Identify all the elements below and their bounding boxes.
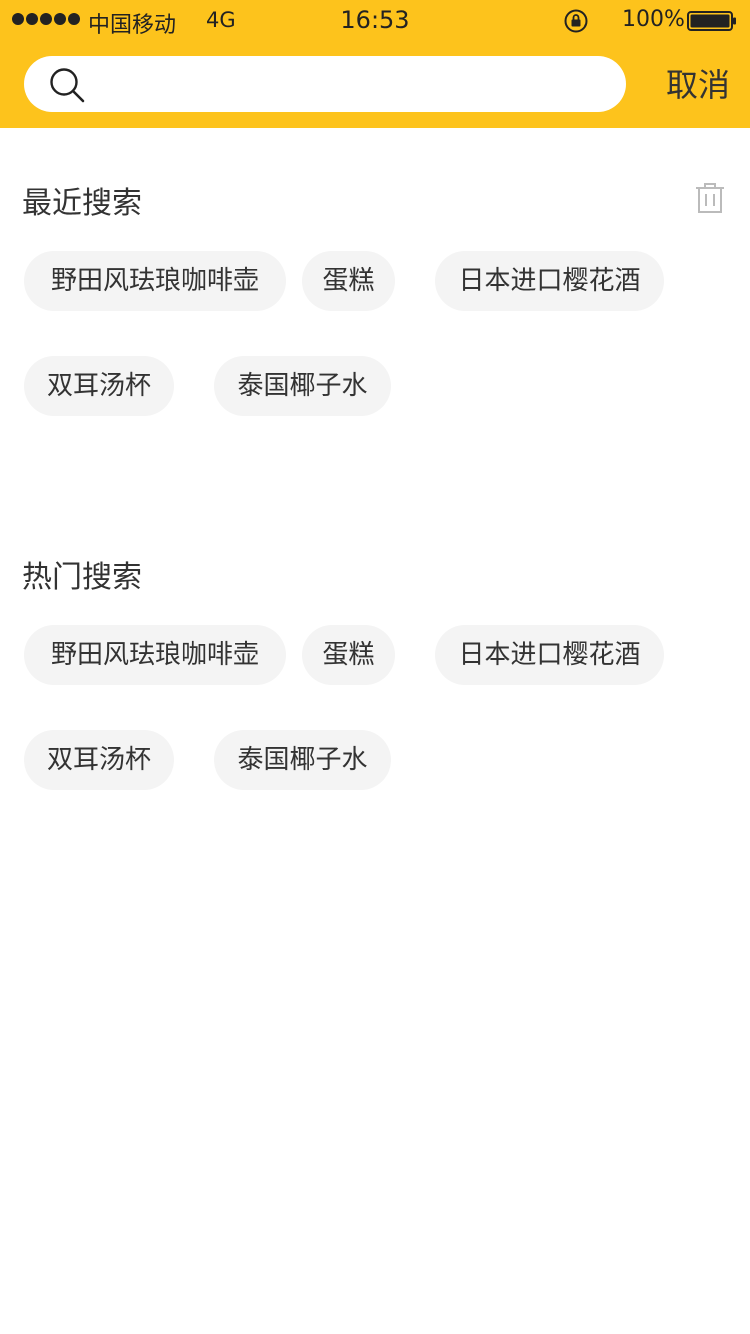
search-icon bbox=[50, 68, 85, 103]
hot-search-title: 热门搜索 bbox=[22, 560, 142, 595]
battery-percent: 100% bbox=[622, 7, 685, 32]
hot-tag[interactable]: 泰国椰子水 bbox=[214, 730, 391, 790]
battery-icon bbox=[687, 11, 736, 31]
recent-tag[interactable]: 蛋糕 bbox=[302, 251, 395, 311]
search-input[interactable] bbox=[104, 64, 604, 104]
hot-tag[interactable]: 野田风珐琅咖啡壶 bbox=[24, 625, 286, 685]
recent-tag[interactable]: 野田风珐琅咖啡壶 bbox=[24, 251, 286, 311]
trash-icon[interactable] bbox=[693, 181, 727, 215]
hot-tag[interactable]: 双耳汤杯 bbox=[24, 730, 174, 790]
cancel-button[interactable]: 取消 bbox=[666, 60, 730, 106]
header-bar: 中国移动 4G 16:53 100% 取消 bbox=[0, 0, 750, 128]
recent-tag[interactable]: 泰国椰子水 bbox=[214, 356, 391, 416]
status-bar: 中国移动 4G 16:53 100% bbox=[0, 0, 750, 40]
search-box[interactable] bbox=[24, 56, 626, 112]
recent-search-title: 最近搜索 bbox=[22, 186, 142, 221]
hot-tag[interactable]: 蛋糕 bbox=[302, 625, 395, 685]
recent-tag[interactable]: 双耳汤杯 bbox=[24, 356, 174, 416]
hot-tag[interactable]: 日本进口樱花酒 bbox=[435, 625, 664, 685]
orientation-lock-icon bbox=[564, 9, 588, 33]
recent-tag[interactable]: 日本进口樱花酒 bbox=[435, 251, 664, 311]
